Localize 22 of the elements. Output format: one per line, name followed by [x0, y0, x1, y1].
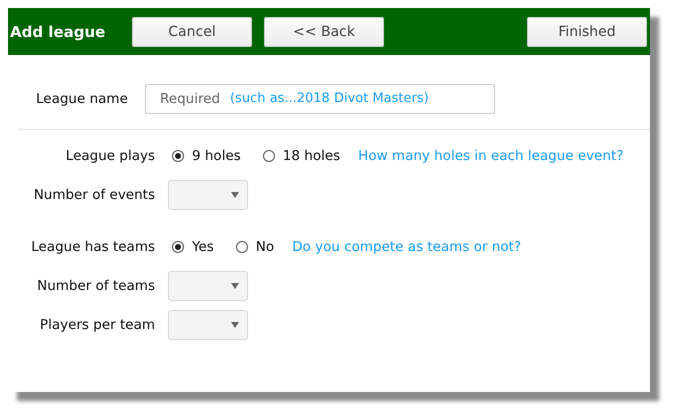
field-label: Number of teams — [36, 278, 155, 294]
header-button[interactable]: Cancel — [132, 16, 252, 46]
field-label: Players per team — [38, 317, 155, 333]
page-title: Add league — [10, 22, 106, 40]
finished-button[interactable]: Finished — [527, 16, 647, 46]
radio-button[interactable] — [172, 150, 184, 162]
option-label[interactable]: 18 holes — [282, 148, 340, 164]
radio-button[interactable] — [172, 241, 184, 253]
header-button[interactable]: << Back — [264, 16, 384, 46]
caret-icon — [231, 322, 239, 328]
field-label: Number of events — [32, 187, 155, 203]
hint-text: (such as...2018 Divot Masters) — [230, 91, 429, 106]
field-label: League plays — [64, 148, 155, 164]
field-label: League name — [36, 91, 129, 107]
field-label: League has teams — [30, 239, 155, 255]
option-label[interactable]: No — [256, 239, 274, 255]
option-label[interactable]: 9 holes — [192, 148, 241, 164]
radio-button[interactable] — [236, 241, 248, 253]
radio-button[interactable] — [262, 150, 275, 162]
caret-icon — [231, 192, 239, 198]
caret-icon — [231, 283, 239, 289]
option-label[interactable]: Yes — [192, 239, 214, 255]
